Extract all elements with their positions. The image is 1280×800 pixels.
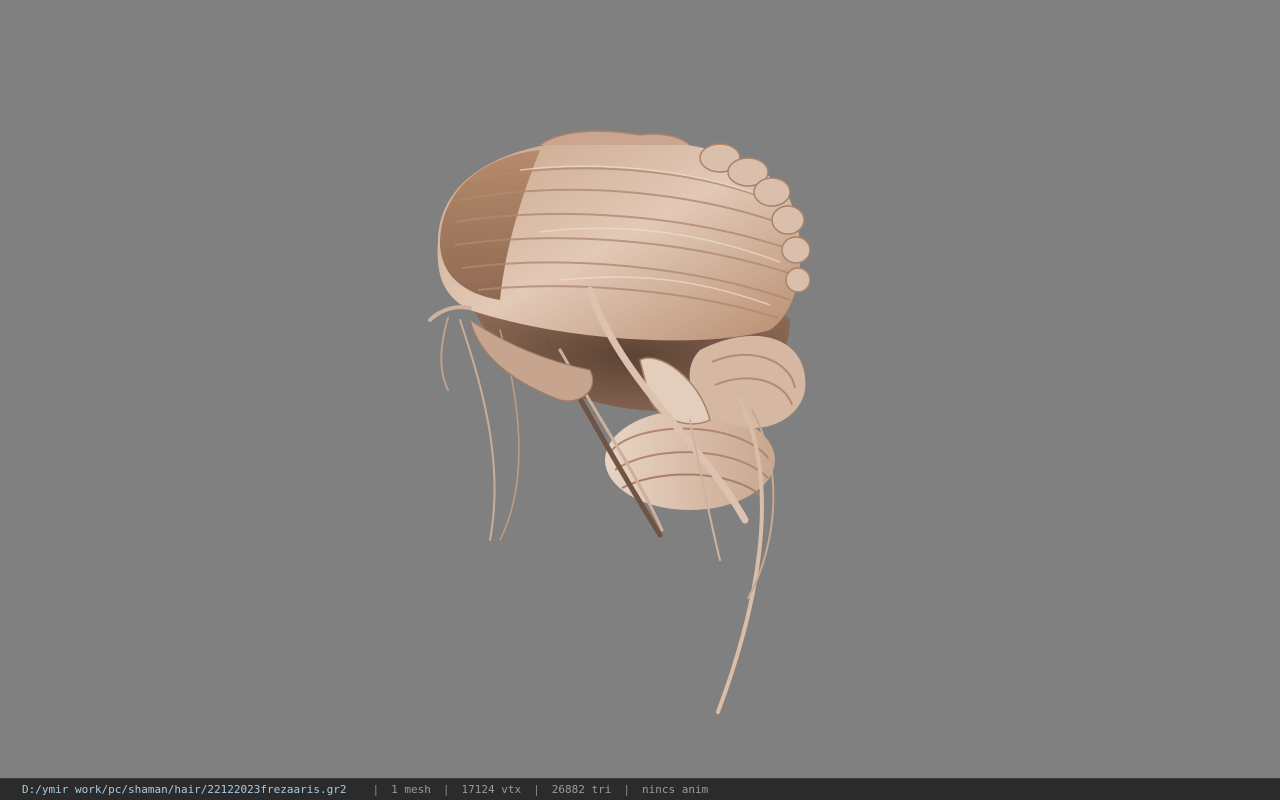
status-separator: |	[533, 783, 540, 796]
file-path: D:/ymir work/pc/shaman/hair/22122023frez…	[22, 783, 347, 796]
hair-model-icon	[428, 130, 811, 714]
status-separator: |	[372, 783, 380, 796]
3d-viewport[interactable]	[0, 0, 1280, 778]
status-bar: D:/ymir work/pc/shaman/hair/22122023frez…	[0, 778, 1280, 800]
status-separator: |	[442, 783, 450, 796]
mesh-count: 1 mesh	[391, 783, 431, 796]
animation-status: nincs anim	[641, 783, 709, 796]
triangle-count: 26882 tri	[551, 783, 612, 796]
status-separator: |	[623, 783, 630, 796]
vertex-count: 17124 vtx	[461, 783, 522, 796]
